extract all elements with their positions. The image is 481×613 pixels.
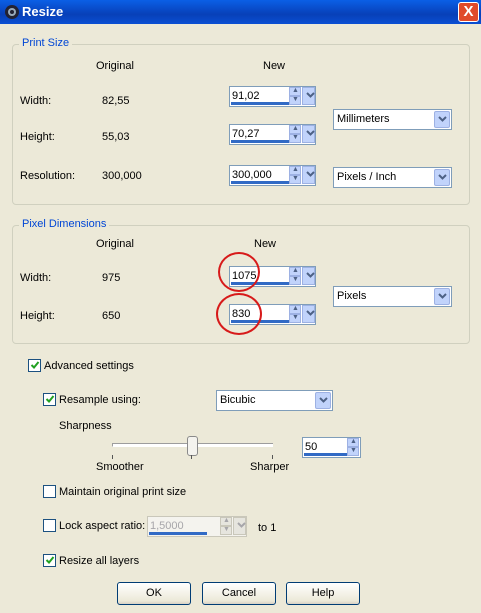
lock-aspect-label[interactable]: Lock aspect ratio: <box>59 520 145 532</box>
highlight-circle-width <box>218 252 260 292</box>
pixel-width-spinner[interactable]: ▲ ▼ <box>289 267 315 286</box>
resolution-spinner[interactable]: ▲ ▼ <box>289 166 315 185</box>
chevron-down-icon[interactable] <box>302 125 315 143</box>
pixel-width-label: Width: <box>20 272 52 284</box>
sharper-label: Sharper <box>250 461 290 473</box>
spin-down-icon[interactable]: ▼ <box>289 175 301 184</box>
resolution-original: 300,000 <box>102 170 142 182</box>
print-width-input[interactable]: 91,02 ▲ ▼ <box>229 86 316 107</box>
ok-button[interactable]: OK <box>117 582 191 605</box>
resolution-units-select[interactable]: Pixels / Inch <box>333 167 452 188</box>
spin-down-icon[interactable]: ▼ <box>289 276 301 285</box>
pixel-units-select[interactable]: Pixels <box>333 286 452 307</box>
checkmark-icon <box>45 556 55 564</box>
chevron-down-icon[interactable] <box>302 305 315 323</box>
spin-up-icon[interactable]: ▲ <box>289 87 301 96</box>
spin-up-icon[interactable]: ▲ <box>289 166 301 175</box>
sharpness-slider-thumb[interactable] <box>187 436 198 456</box>
pixel-height-label: Height: <box>20 310 55 322</box>
lock-aspect-input: 1,5000 ▲ ▼ <box>147 516 247 537</box>
resample-checkbox[interactable] <box>43 393 56 406</box>
print-new-header: New <box>263 60 286 72</box>
pixel-width-original: 975 <box>102 272 121 284</box>
app-icon <box>5 5 19 19</box>
checkmark-icon <box>30 361 40 369</box>
print-size-legend: Print Size <box>19 37 73 49</box>
resample-label[interactable]: Resample using: <box>59 394 141 406</box>
spin-down-icon[interactable]: ▼ <box>289 134 301 143</box>
chevron-down-icon[interactable] <box>302 267 315 285</box>
maintain-print-size-checkbox[interactable] <box>43 485 56 498</box>
pixel-new-header: New <box>254 238 277 250</box>
chevron-down-icon[interactable] <box>302 87 315 105</box>
print-width-label: Width: <box>20 95 52 107</box>
lock-aspect-suffix: to 1 <box>258 522 277 534</box>
print-height-spinner[interactable]: ▲ ▼ <box>289 125 315 144</box>
chevron-down-icon[interactable] <box>434 169 450 186</box>
resize-all-layers-label[interactable]: Resize all layers <box>59 555 139 567</box>
pixel-height-spinner[interactable]: ▲ ▼ <box>289 305 315 324</box>
slider-tick <box>191 455 192 459</box>
print-width-original: 82,55 <box>102 95 130 107</box>
print-width-spinner[interactable]: ▲ ▼ <box>289 87 315 106</box>
chevron-down-icon[interactable] <box>315 392 331 409</box>
pixel-dimensions-legend: Pixel Dimensions <box>19 218 110 230</box>
lock-aspect-spinner: ▲ ▼ <box>220 517 246 536</box>
spin-up-icon[interactable]: ▲ <box>347 438 359 447</box>
print-height-input[interactable]: 70,27 ▲ ▼ <box>229 124 316 145</box>
close-icon: X <box>463 3 474 20</box>
sharpness-spinner[interactable]: ▲ ▼ <box>347 438 360 457</box>
chevron-down-icon[interactable] <box>434 288 450 305</box>
smoother-label: Smoother <box>96 461 144 473</box>
advanced-settings-checkbox[interactable] <box>28 359 41 372</box>
resample-method-select[interactable]: Bicubic <box>216 390 333 411</box>
chevron-down-icon <box>233 517 246 535</box>
resize-all-layers-checkbox[interactable] <box>43 554 56 567</box>
resolution-label: Resolution: <box>20 170 76 182</box>
sharpness-input[interactable]: 50 ▲ ▼ <box>302 437 361 458</box>
spin-down-icon[interactable]: ▼ <box>289 96 301 105</box>
title-bar[interactable]: Resize X <box>0 0 481 24</box>
sharpness-label: Sharpness <box>59 420 112 432</box>
highlight-circle-height <box>216 293 262 335</box>
lock-aspect-checkbox[interactable] <box>43 519 56 532</box>
spin-down-icon: ▼ <box>220 526 232 535</box>
maintain-print-size-label[interactable]: Maintain original print size <box>59 486 186 498</box>
spin-up-icon[interactable]: ▲ <box>289 305 301 314</box>
cancel-button[interactable]: Cancel <box>202 582 276 605</box>
close-button[interactable]: X <box>458 2 479 22</box>
chevron-down-icon[interactable] <box>434 111 450 128</box>
spin-up-icon[interactable]: ▲ <box>289 125 301 134</box>
print-units-select[interactable]: Millimeters <box>333 109 452 130</box>
spin-up-icon: ▲ <box>220 517 232 526</box>
chevron-down-icon[interactable] <box>302 166 315 184</box>
slider-tick <box>112 455 113 459</box>
spin-down-icon[interactable]: ▼ <box>289 314 301 323</box>
pixel-original-header: Original <box>96 238 134 250</box>
print-original-header: Original <box>96 60 134 72</box>
resolution-input[interactable]: 300,000 ▲ ▼ <box>229 165 316 186</box>
help-button[interactable]: Help <box>286 582 360 605</box>
pixel-height-original: 650 <box>102 310 121 322</box>
spin-up-icon[interactable]: ▲ <box>289 267 301 276</box>
print-height-original: 55,03 <box>102 131 130 143</box>
resize-dialog: Resize X Print Size Original New Width: … <box>0 0 481 613</box>
checkmark-icon <box>45 395 55 403</box>
advanced-settings-label[interactable]: Advanced settings <box>44 360 134 372</box>
window-title: Resize <box>22 4 64 19</box>
print-height-label: Height: <box>20 131 55 143</box>
spin-down-icon[interactable]: ▼ <box>347 447 359 456</box>
slider-tick <box>272 455 273 459</box>
